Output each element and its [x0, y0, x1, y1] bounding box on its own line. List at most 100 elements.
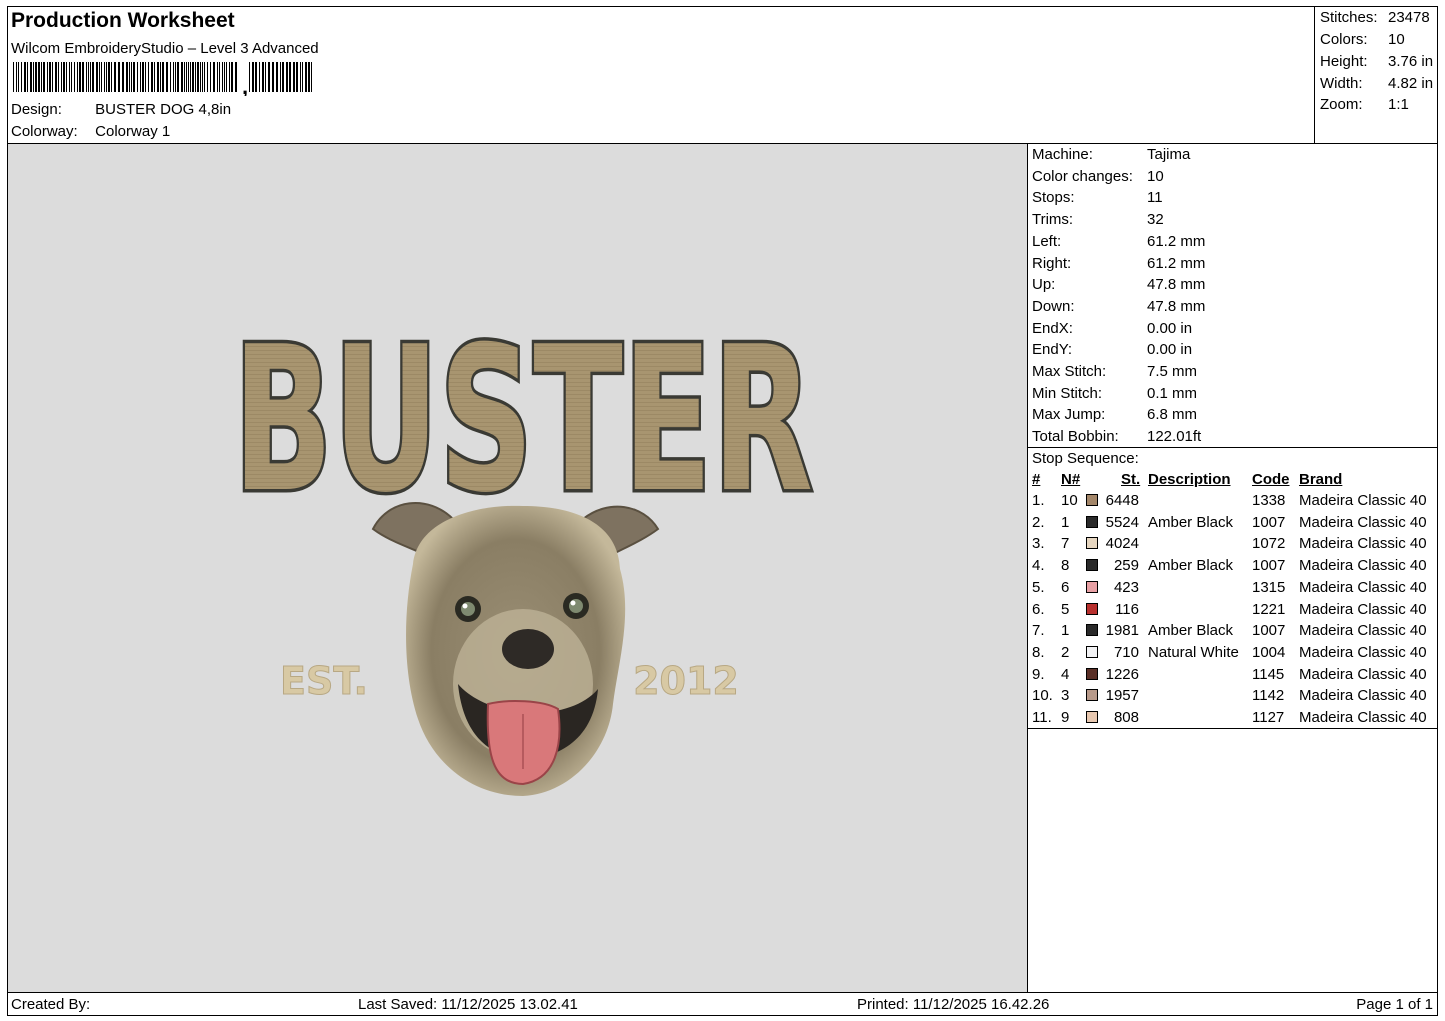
machine-info-row: Color changes: 10: [1032, 168, 1164, 185]
barcode-bar: [305, 62, 307, 92]
barcode-bar: [131, 62, 132, 92]
barcode-bar: [197, 62, 199, 92]
stop-row-description: Amber Black: [1148, 557, 1234, 575]
machine-info-row: Max Jump: 6.8 mm: [1032, 406, 1197, 423]
barcode-bar: [252, 62, 254, 92]
barcode-bar: [311, 62, 312, 92]
barcode-bar: [219, 62, 220, 92]
barcode-bar: [224, 62, 225, 92]
stop-row-brand: Madeira Classic 40: [1299, 578, 1427, 596]
stat-height: Height: 3.76 in: [1320, 53, 1434, 70]
barcode-bar: [140, 62, 141, 92]
stop-row-stitches: 1957: [1105, 687, 1139, 705]
barcode-bar: [184, 62, 185, 92]
machine-info-label: Total Bobbin:: [1032, 428, 1119, 446]
stop-row-brand: Madeira Classic 40: [1299, 643, 1427, 661]
barcode-bar: [213, 62, 215, 92]
machine-info-label: EndY:: [1032, 341, 1073, 359]
machine-info-label: Down:: [1032, 297, 1075, 315]
thread-color-swatch: [1086, 515, 1098, 528]
barcode-bar: [195, 62, 196, 92]
stop-row-stitches: 4024: [1105, 535, 1139, 553]
barcode-bar: [74, 62, 75, 92]
machine-info-value: 0.00 in: [1147, 341, 1193, 359]
colorway-label: Colorway:: [11, 123, 78, 140]
barcode-bar: [63, 62, 65, 92]
barcode-bar: [157, 62, 159, 92]
barcode-bar: [108, 62, 110, 92]
barcode-bar: [259, 62, 260, 92]
stop-row-stitches: 259: [1113, 557, 1139, 575]
stop-row-code: 1315: [1252, 578, 1286, 596]
barcode-bar: [61, 62, 62, 92]
stop-row-brand: Madeira Classic 40: [1299, 557, 1427, 575]
machine-info-value: 32: [1147, 211, 1164, 229]
stop-row-index: 5.: [1032, 578, 1045, 596]
thread-color-swatch: [1086, 667, 1098, 680]
col-description-header: Description: [1148, 471, 1231, 488]
machine-info-row: Min Stitch: 0.1 mm: [1032, 385, 1197, 402]
stop-row-needle: 1: [1061, 513, 1070, 531]
col-index-header: #: [1032, 471, 1041, 488]
info-panel: Machine: Tajima Color changes: 10 Stops: 11 Tr…: [1027, 143, 1438, 993]
embroidery-artwork: BUSTER EST. 2012: [230, 301, 817, 796]
barcode-bar: [268, 62, 270, 92]
thread-color-swatch: [1086, 689, 1098, 702]
barcode-bar: [82, 62, 84, 92]
stop-row-index: 9.: [1032, 665, 1045, 683]
barcode-bar: [41, 62, 42, 92]
stop-row-index: 4.: [1032, 557, 1045, 575]
stop-row-stitches: 710: [1113, 643, 1139, 661]
machine-info-value: 0.1 mm: [1147, 384, 1198, 402]
barcode-bar: [231, 62, 233, 92]
col-needle-header: N#: [1061, 471, 1081, 488]
col-code-header: Code: [1252, 471, 1290, 488]
barcode-bar: [30, 62, 32, 92]
stop-row-code: 1127: [1252, 709, 1285, 726]
design-est-text: EST.: [280, 659, 368, 703]
barcode-bar: [122, 62, 124, 92]
col-stitches-header: St.: [1121, 471, 1141, 488]
stop-row-code: 1145: [1252, 665, 1285, 683]
barcode-bar: [190, 62, 191, 92]
printed-date: Printed: 11/12/2025 16.42.26: [857, 996, 1050, 1013]
machine-info-row: Up: 47.8 mm: [1032, 276, 1205, 294]
machine-info-label: Up:: [1032, 276, 1056, 294]
barcode-bar: [162, 62, 164, 92]
barcode-bar: [101, 62, 102, 92]
colorway-value: Colorway 1: [95, 123, 171, 140]
thread-color-swatch: [1086, 645, 1098, 658]
thread-color-swatch: [1086, 559, 1098, 572]
barcode-bar: [188, 62, 189, 92]
stop-row-brand: Madeira Classic 40: [1299, 600, 1427, 618]
barcode-bar: [104, 62, 105, 92]
design-year-text: 2012: [633, 659, 739, 703]
barcode-bar: [88, 62, 89, 92]
barcode-bar: [286, 62, 288, 92]
stop-row-index: 3.: [1032, 535, 1045, 553]
barcode-bar: [280, 62, 281, 92]
software-name: Wilcom EmbroideryStudio – Level 3 Advanc…: [11, 40, 319, 57]
stop-row-needle: 10: [1061, 492, 1078, 509]
barcode-bar: [49, 62, 51, 92]
barcode-bar: [276, 62, 278, 92]
machine-info-label: Left:: [1032, 232, 1062, 250]
machine-info-value: 47.8 mm: [1147, 297, 1206, 315]
machine-info-row: Trims: 32: [1032, 211, 1164, 228]
thread-color-swatch: [1086, 537, 1098, 550]
stop-row-brand: Madeira Classic 40: [1299, 687, 1427, 705]
stop-row-index: 6.: [1032, 600, 1045, 618]
barcode-bar: [202, 62, 203, 92]
barcode-bar: [175, 62, 176, 92]
barcode-bar: [69, 62, 70, 92]
stop-row-brand: Madeira Classic 40: [1299, 665, 1427, 683]
barcode-bar: [99, 62, 100, 92]
barcode-bar: [71, 62, 72, 92]
stop-row-brand: Madeira Classic 40: [1299, 709, 1427, 726]
stop-row-brand: Madeira Classic 40: [1299, 622, 1427, 640]
barcode-bar: [272, 62, 274, 92]
stop-row-stitches: 5524: [1105, 513, 1139, 531]
barcode-bar: [192, 62, 194, 92]
barcode-bar: [145, 62, 146, 92]
machine-info-value: 61.2 mm: [1147, 254, 1206, 272]
